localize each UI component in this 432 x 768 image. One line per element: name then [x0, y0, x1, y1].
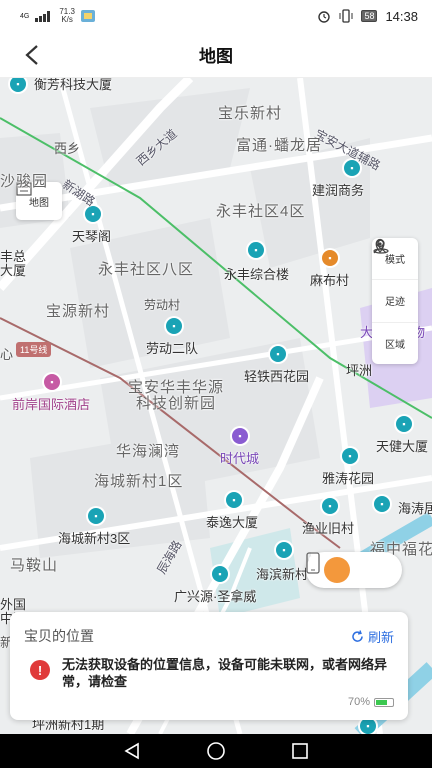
map-label: 劳动村 — [144, 298, 181, 312]
map-label: 宝源新村 — [46, 303, 111, 320]
poi-pin-icon[interactable]: ▪ — [212, 566, 228, 582]
status-bar: 4G 71.3 K/s 58 14:38 — [0, 0, 432, 32]
area-pin-icon — [373, 239, 389, 254]
poi-pin-icon[interactable]: ▪ — [166, 318, 182, 334]
map-label: 永丰社区八区 — [98, 261, 195, 278]
error-message: 无法获取设备的位置信息，设备可能未联网，或者网络异常，请检查 — [62, 657, 388, 689]
poi-pin-icon[interactable]: ▪ — [276, 542, 292, 558]
map-label: 广兴源·圣拿威 — [174, 589, 257, 604]
map-label: 雅涛花园 — [322, 471, 375, 486]
map-label: 永丰综合楼 — [224, 267, 290, 282]
error-icon: ! — [30, 660, 50, 680]
battery-icon — [374, 697, 394, 707]
device-switch — [306, 552, 402, 588]
poi-pin-icon[interactable]: ▪ — [248, 242, 264, 258]
metro-line-badge: 11号线 — [16, 342, 52, 357]
map-label: 马鞍山 — [10, 557, 59, 574]
village-pin-icon[interactable]: ▪ — [322, 250, 338, 266]
poi-pin-icon[interactable]: ▪ — [270, 346, 286, 362]
map-layer-label: 地图 — [29, 197, 49, 209]
poi-pin-icon[interactable]: ▪ — [374, 496, 390, 512]
home-circle-icon[interactable] — [206, 741, 226, 761]
poi-pin-icon[interactable]: ▪ — [226, 492, 242, 508]
footprint-button[interactable]: 足迹 — [372, 239, 418, 323]
poi-pin-icon[interactable]: ▪ — [396, 416, 412, 432]
location-card: 宝贝的位置 刷新 ! 无法获取设备的位置信息，设备可能未联网，或者网络异常，请检… — [10, 612, 408, 720]
map-label: 劳动二队 — [146, 341, 199, 356]
map-label: 宝乐新村 — [218, 105, 283, 122]
card-title: 宝贝的位置 — [24, 628, 94, 644]
map-label: 心 — [0, 347, 14, 362]
watch-device-button[interactable] — [309, 552, 350, 583]
network-speed: 71.3 K/s — [59, 7, 75, 24]
map-label: 西乡 — [54, 141, 81, 156]
system-nav-bar — [0, 734, 432, 768]
map-tools-panel: 模式 足迹 区域 — [372, 238, 418, 364]
device-battery: 70% — [348, 696, 394, 708]
refresh-icon — [352, 629, 363, 642]
battery-level-fill — [376, 699, 388, 705]
clock: 14:38 — [385, 8, 418, 24]
map-label: 渔业旧村 — [302, 521, 355, 536]
map-label: 华海澜湾 — [116, 443, 181, 460]
recents-square-icon[interactable] — [291, 742, 309, 760]
signal-icon — [35, 11, 51, 22]
map-label: 天琴阁 — [72, 229, 112, 244]
map-label: 海城新村1区 — [94, 473, 184, 490]
map-label: 海涛居 — [398, 501, 432, 516]
poi-pin-icon[interactable]: ▪ — [342, 448, 358, 464]
app-bar: 地图 — [0, 32, 432, 78]
poi-pin-icon[interactable]: ▪ — [322, 498, 338, 514]
map-label: 永丰社区4区 — [216, 203, 306, 220]
back-button[interactable] — [18, 41, 46, 69]
vibrate-icon — [339, 9, 353, 23]
map-label: 沙骏园 — [0, 173, 49, 190]
map-label: 轻铁西花园 — [244, 369, 310, 384]
map-label: 坪洲 — [346, 363, 373, 378]
back-triangle-icon[interactable] — [123, 742, 141, 760]
footprint-label: 足迹 — [385, 297, 405, 309]
map-label: 衡芳科技大厦 — [34, 78, 113, 92]
refresh-button[interactable]: 刷新 — [351, 627, 394, 646]
alarm-icon — [318, 11, 331, 23]
app-notification-icon — [80, 10, 95, 22]
battery-percent: 70% — [347, 696, 370, 708]
battery-indicator: 58 — [361, 10, 378, 22]
map-label: 天健大厦 — [376, 439, 429, 454]
map-label: 富通·蟠龙居 — [236, 137, 322, 154]
poi-pin-icon[interactable]: ▪ — [360, 718, 376, 734]
area-button[interactable]: 区域 — [372, 239, 418, 364]
map-label: 科技创新园 — [136, 395, 217, 412]
map-label: 海城新村3区 — [58, 531, 131, 546]
page-title: 地图 — [199, 47, 233, 66]
mall-pin-icon[interactable]: ▪ — [232, 428, 248, 444]
network-type: 4G — [20, 12, 30, 20]
map-label: 建润商务 — [312, 183, 365, 198]
map-label: 时代城 — [220, 451, 260, 466]
poi-pin-icon[interactable]: ▪ — [88, 508, 104, 524]
map-label: 泰逸大厦 — [206, 515, 259, 530]
map-label: 前岸国际酒店 — [12, 397, 91, 412]
map-label: 海滨新村 — [256, 567, 309, 582]
map-label: 麻布村 — [310, 273, 350, 288]
area-label: 区域 — [385, 339, 405, 351]
refresh-label: 刷新 — [367, 629, 394, 645]
map-label: 大厦 — [0, 263, 27, 278]
chevron-left-icon — [25, 45, 38, 65]
phone-icon — [306, 552, 320, 574]
hotel-pin-icon[interactable]: ▪ — [44, 374, 60, 390]
